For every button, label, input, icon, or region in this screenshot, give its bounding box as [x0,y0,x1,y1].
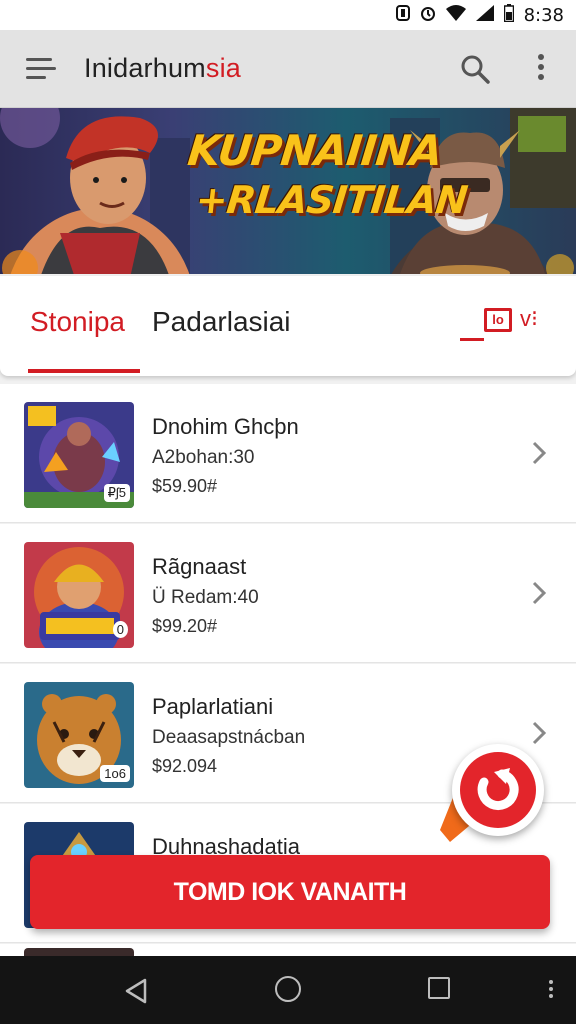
toggle-dash [460,338,484,341]
item-price: $99.20# [152,616,218,636]
item-price: $59.90# [152,476,218,496]
system-nav-bar [0,956,576,1024]
view-toggle[interactable]: lo v⁝ [460,306,550,346]
nav-more-icon[interactable] [548,980,554,1000]
chevron-down-icon: v⁝ [520,306,538,331]
app-title: Inidarhumsia [84,53,241,84]
item-subtitle: A2bohan:30 [152,447,255,468]
app-title-main: Inidarhum [84,53,206,83]
overflow-menu-icon[interactable] [536,54,546,84]
grid-view-icon: lo [484,308,512,332]
notification-icon [395,4,410,26]
app-bar: Inidarhumsia [0,30,576,108]
primary-cta-button[interactable]: TOMD IOK VANAITH [30,855,550,929]
product-thumbnail: ₽ʃ5 [24,402,134,508]
banner-title-line1: KUPNAIINA [185,126,445,175]
chevron-right-icon [532,721,547,745]
chevron-right-icon [532,581,547,605]
power-refresh-icon [477,768,519,811]
item-title: Paplarlatiani [152,694,274,719]
clock: 8:38 [523,4,564,26]
app-title-accent: sia [205,53,241,83]
list-item[interactable]: 0 Rãgnaast Ü Redam:40 $99.20# [0,524,576,663]
item-title: Dnohim Ghcþn [152,414,299,439]
tab-indicator [28,369,140,373]
thumbnail-badge: ₽ʃ5 [103,484,130,502]
chevron-right-icon [532,441,547,465]
item-title: Rãgnaast [152,554,247,579]
floating-action-button[interactable] [452,744,544,836]
search-icon[interactable] [460,54,490,89]
tab-second[interactable]: Padarlasiai [152,306,291,338]
product-thumbnail: 1o6 [24,682,134,788]
item-subtitle: Ü Redam:40 [152,587,259,608]
banner-title-line2: +RLASITILAN [193,178,470,222]
signal-icon [475,4,494,26]
battery-icon [503,3,514,27]
menu-icon[interactable] [26,57,56,80]
item-price: $92.094 [152,756,218,776]
promo-banner[interactable]: KUPNAIINA +RLASITILAN [0,108,576,274]
alarm-icon [420,5,436,26]
wifi-icon [445,4,466,26]
thumbnail-badge: 1o6 [100,765,130,782]
tab-active[interactable]: Stonipa [30,306,125,338]
home-icon[interactable] [275,976,301,1002]
thumbnail-badge: 0 [112,621,128,638]
list-item[interactable]: ₽ʃ5 Dnohim Ghcþn A2bohan:30 $59.90# [0,384,576,523]
item-subtitle: Deaasapstnácban [152,727,306,748]
fab-inner [460,752,536,828]
tab-bar: Stonipa Padarlasiai lo v⁝ [0,276,576,376]
back-icon[interactable] [124,978,148,1004]
recents-icon[interactable] [428,977,450,999]
product-thumbnail: 0 [24,542,134,648]
status-bar: 8:38 [0,0,576,30]
